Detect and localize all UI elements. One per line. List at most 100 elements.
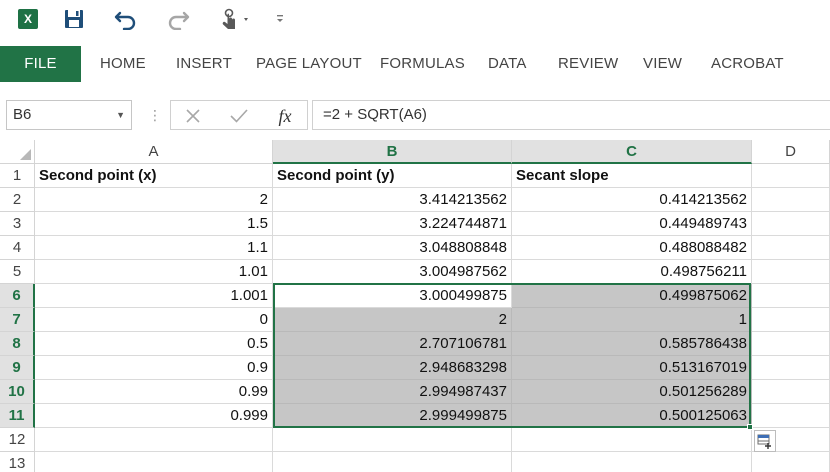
cell-d6[interactable] (752, 284, 830, 308)
row-header-7[interactable]: 7 (0, 308, 35, 332)
tab-acrobat[interactable]: ACROBAT (711, 46, 784, 82)
cell-c10[interactable]: 0.501256289 (512, 380, 752, 404)
cell-d4[interactable] (752, 236, 830, 260)
cell-a2[interactable]: 2 (35, 188, 273, 212)
column-header-a[interactable]: A (35, 140, 273, 164)
tab-data[interactable]: DATA (488, 46, 527, 82)
row-header-8[interactable]: 8 (0, 332, 35, 356)
quick-access-toolbar: X (0, 0, 830, 40)
cell-b4[interactable]: 3.048808848 (273, 236, 512, 260)
cell-c5[interactable]: 0.498756211 (512, 260, 752, 284)
cell-d3[interactable] (752, 212, 830, 236)
cell-c12[interactable] (512, 428, 752, 452)
cell-a3[interactable]: 1.5 (35, 212, 273, 236)
name-box[interactable]: B6 ▼ (6, 100, 132, 130)
cell-c3[interactable]: 0.449489743 (512, 212, 752, 236)
quick-analysis-icon[interactable] (754, 430, 776, 452)
cell-b12[interactable] (273, 428, 512, 452)
tab-view[interactable]: VIEW (643, 46, 682, 82)
cell-b9[interactable]: 2.948683298 (273, 356, 512, 380)
cell-b2[interactable]: 3.414213562 (273, 188, 512, 212)
cell-d10[interactable] (752, 380, 830, 404)
ribbon-tabs: FILE HOME INSERT PAGE LAYOUT FORMULAS DA… (0, 46, 830, 82)
cell-a4[interactable]: 1.1 (35, 236, 273, 260)
cell-a7[interactable]: 0 (35, 308, 273, 332)
cell-a11[interactable]: 0.999 (35, 404, 273, 428)
cell-d1[interactable] (752, 164, 830, 188)
tab-file[interactable]: FILE (0, 46, 81, 82)
redo-icon[interactable] (164, 6, 192, 32)
tab-insert[interactable]: INSERT (176, 46, 232, 82)
cancel-icon[interactable] (179, 103, 207, 129)
cell-c13[interactable] (512, 452, 752, 472)
row-header-2[interactable]: 2 (0, 188, 35, 212)
cell-a9[interactable]: 0.9 (35, 356, 273, 380)
customize-toolbar-icon[interactable] (272, 6, 288, 32)
row-header-6[interactable]: 6 (0, 284, 35, 308)
fill-handle[interactable] (747, 424, 753, 430)
cell-b6[interactable]: 3.000499875 (273, 284, 512, 308)
tab-formulas[interactable]: FORMULAS (380, 46, 465, 82)
cell-c4[interactable]: 0.488088482 (512, 236, 752, 260)
cell-a10[interactable]: 0.99 (35, 380, 273, 404)
name-box-value: B6 (13, 106, 32, 123)
cell-c2[interactable]: 0.414213562 (512, 188, 752, 212)
tab-home[interactable]: HOME (100, 46, 146, 82)
cell-b11[interactable]: 2.999499875 (273, 404, 512, 428)
cell-c11[interactable]: 0.500125063 (512, 404, 752, 428)
cell-a13[interactable] (35, 452, 273, 472)
cell-b13[interactable] (273, 452, 512, 472)
row-header-1[interactable]: 1 (0, 164, 35, 188)
select-all-triangle-icon (20, 149, 31, 160)
chevron-down-icon[interactable]: ▼ (116, 101, 125, 129)
row-header-5[interactable]: 5 (0, 260, 35, 284)
select-all-button[interactable] (0, 140, 35, 164)
cell-d9[interactable] (752, 356, 830, 380)
tab-review[interactable]: REVIEW (558, 46, 618, 82)
cell-a1[interactable]: Second point (x) (35, 164, 273, 188)
cell-b3[interactable]: 3.224744871 (273, 212, 512, 236)
cell-d13[interactable] (752, 452, 830, 472)
row-header-12[interactable]: 12 (0, 428, 35, 452)
formula-bar-grip-icon: ⋮ (148, 107, 162, 123)
row-header-10[interactable]: 10 (0, 380, 35, 404)
cell-b8[interactable]: 2.707106781 (273, 332, 512, 356)
cell-c6[interactable]: 0.499875062 (512, 284, 752, 308)
tab-page-layout[interactable]: PAGE LAYOUT (256, 46, 362, 82)
column-header-d[interactable]: D (752, 140, 830, 164)
row-header-13[interactable]: 13 (0, 452, 35, 472)
insert-function-button[interactable]: fx (271, 103, 299, 129)
row-header-11[interactable]: 11 (0, 404, 35, 428)
save-icon[interactable] (62, 6, 86, 32)
cell-b5[interactable]: 3.004987562 (273, 260, 512, 284)
cell-a12[interactable] (35, 428, 273, 452)
formula-bar: B6 ▼ ⋮ fx =2 + SQRT(A6) (0, 96, 830, 136)
cell-c1[interactable]: Secant slope (512, 164, 752, 188)
cell-d8[interactable] (752, 332, 830, 356)
cell-d5[interactable] (752, 260, 830, 284)
column-header-c[interactable]: C (512, 140, 752, 164)
cell-c7[interactable]: 1 (512, 308, 752, 332)
column-header-b[interactable]: B (273, 140, 512, 164)
touch-mode-icon[interactable] (216, 6, 256, 32)
worksheet-grid[interactable]: A B C D 1 2 3 4 5 6 7 8 9 10 11 12 13 Se… (0, 140, 830, 472)
excel-icon[interactable]: X (16, 6, 40, 32)
row-header-9[interactable]: 9 (0, 356, 35, 380)
cell-b10[interactable]: 2.994987437 (273, 380, 512, 404)
row-header-4[interactable]: 4 (0, 236, 35, 260)
cell-b1[interactable]: Second point (y) (273, 164, 512, 188)
cell-a5[interactable]: 1.01 (35, 260, 273, 284)
excel-logo-letter: X (18, 9, 38, 29)
cell-a8[interactable]: 0.5 (35, 332, 273, 356)
formula-input[interactable]: =2 + SQRT(A6) (312, 100, 830, 130)
check-icon[interactable] (225, 103, 253, 129)
cell-d7[interactable] (752, 308, 830, 332)
cell-d11[interactable] (752, 404, 830, 428)
cell-b7[interactable]: 2 (273, 308, 512, 332)
cell-c9[interactable]: 0.513167019 (512, 356, 752, 380)
cell-c8[interactable]: 0.585786438 (512, 332, 752, 356)
cell-a6[interactable]: 1.001 (35, 284, 273, 308)
cell-d2[interactable] (752, 188, 830, 212)
row-header-3[interactable]: 3 (0, 212, 35, 236)
undo-icon[interactable] (112, 6, 140, 32)
